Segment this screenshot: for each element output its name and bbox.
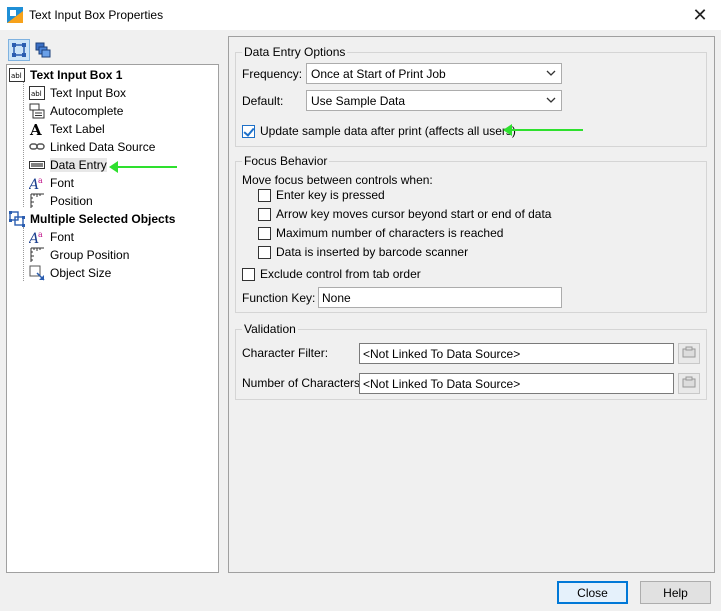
font-icon: Aa — [29, 175, 45, 191]
default-label: Default: — [242, 94, 284, 108]
properties-tree: abl Text Input Box 1 abl Text Input Box … — [6, 64, 219, 573]
group-position-icon — [29, 247, 45, 263]
tree-item-data-entry[interactable]: Data Entry — [29, 156, 107, 174]
group-title: Data Entry Options — [242, 45, 348, 59]
svg-text:abl: abl — [11, 72, 22, 80]
number-of-characters-browse-button[interactable] — [678, 373, 700, 394]
abl-icon: abl — [29, 85, 45, 101]
close-button[interactable]: Close — [557, 581, 628, 604]
character-filter-label: Character Filter: — [242, 346, 329, 360]
tree-item-group-position[interactable]: Group Position — [29, 246, 129, 264]
exclude-tab-order-label: Exclude control from tab order — [260, 267, 421, 281]
browse-icon — [682, 376, 696, 391]
link-icon — [29, 139, 45, 155]
text-input-icon: abl — [9, 67, 25, 83]
autocomplete-icon — [29, 103, 45, 119]
annotation-arrow — [503, 124, 583, 136]
svg-text:a: a — [38, 230, 43, 239]
group-title: Validation — [242, 322, 298, 336]
tree-node-multiple-selected-objects[interactable]: Multiple Selected Objects — [9, 210, 175, 228]
annotation-arrow — [109, 161, 177, 173]
focus-option-label: Data is inserted by barcode scanner — [276, 245, 469, 259]
svg-text:abl: abl — [31, 90, 42, 98]
group-title: Focus Behavior — [242, 154, 330, 168]
multiple-objects-icon[interactable] — [32, 39, 54, 61]
number-of-characters-label: Number of Characters: — [242, 376, 364, 390]
help-button-label: Help — [663, 585, 688, 600]
close-button-label: Close — [577, 585, 608, 600]
number-of-characters-value: <Not Linked To Data Source> — [363, 376, 521, 391]
function-key-value: None — [322, 290, 351, 305]
chevron-down-icon — [545, 67, 557, 79]
character-filter-field[interactable]: <Not Linked To Data Source> — [359, 343, 674, 364]
tree-item-linked-data-source[interactable]: Linked Data Source — [29, 138, 155, 156]
chevron-down-icon — [545, 94, 557, 106]
help-button[interactable]: Help — [640, 581, 711, 604]
window-title: Text Input Box Properties — [29, 8, 164, 22]
app-icon — [7, 7, 23, 23]
multiple-objects-icon — [9, 211, 25, 227]
update-sample-data-checkbox[interactable]: Update sample data after print (affects … — [242, 124, 516, 138]
focus-option-max-chars[interactable]: Maximum number of characters is reached — [258, 226, 503, 240]
data-entry-icon — [29, 157, 45, 173]
focus-option-label: Enter key is pressed — [276, 188, 385, 202]
update-sample-data-label: Update sample data after print (affects … — [260, 124, 516, 138]
tree-item-object-size[interactable]: Object Size — [29, 264, 111, 282]
exclude-tab-order-checkbox[interactable]: Exclude control from tab order — [242, 267, 421, 281]
single-object-icon[interactable] — [8, 39, 30, 61]
function-key-label: Function Key: — [242, 291, 316, 305]
frequency-select[interactable]: Once at Start of Print Job — [306, 63, 562, 84]
object-size-icon — [29, 265, 45, 281]
number-of-characters-field[interactable]: <Not Linked To Data Source> — [359, 373, 674, 394]
position-icon — [29, 193, 45, 209]
frequency-label: Frequency: — [242, 67, 303, 81]
tree-item-autocomplete[interactable]: Autocomplete — [29, 102, 123, 120]
tree-toolbar — [6, 38, 218, 62]
tree-item-position[interactable]: Position — [29, 192, 93, 210]
tree-item-font[interactable]: Aa Font — [29, 174, 74, 192]
text-label-icon: A — [29, 121, 45, 137]
tree-item-multi-font[interactable]: Aa Font — [29, 228, 74, 246]
title-bar: Text Input Box Properties ✕ — [0, 0, 721, 30]
character-filter-value: <Not Linked To Data Source> — [363, 346, 521, 361]
frequency-value: Once at Start of Print Job — [311, 66, 446, 81]
tree-node-text-input-box-1[interactable]: abl Text Input Box 1 — [9, 66, 122, 84]
focus-option-label: Arrow key moves cursor beyond start or e… — [276, 207, 552, 221]
focus-option-barcode[interactable]: Data is inserted by barcode scanner — [258, 245, 468, 259]
tree-item-text-label[interactable]: A Text Label — [29, 120, 105, 138]
move-focus-label: Move focus between controls when: — [242, 173, 433, 187]
focus-option-arrow[interactable]: Arrow key moves cursor beyond start or e… — [258, 207, 551, 221]
focus-option-enter[interactable]: Enter key is pressed — [258, 188, 385, 202]
function-key-field[interactable]: None — [318, 287, 562, 308]
svg-text:a: a — [38, 176, 43, 185]
properties-panel: Data Entry Options Frequency: Once at St… — [228, 36, 715, 573]
checkbox-checked-icon — [242, 124, 255, 138]
browse-icon — [682, 346, 696, 361]
svg-text:A: A — [29, 121, 42, 137]
character-filter-browse-button[interactable] — [678, 343, 700, 364]
default-select[interactable]: Use Sample Data — [306, 90, 562, 111]
close-icon[interactable]: ✕ — [685, 2, 715, 28]
font-icon: Aa — [29, 229, 45, 245]
tree-item-text-input-box[interactable]: abl Text Input Box — [29, 84, 126, 102]
default-value: Use Sample Data — [311, 93, 406, 108]
focus-option-label: Maximum number of characters is reached — [276, 226, 504, 240]
